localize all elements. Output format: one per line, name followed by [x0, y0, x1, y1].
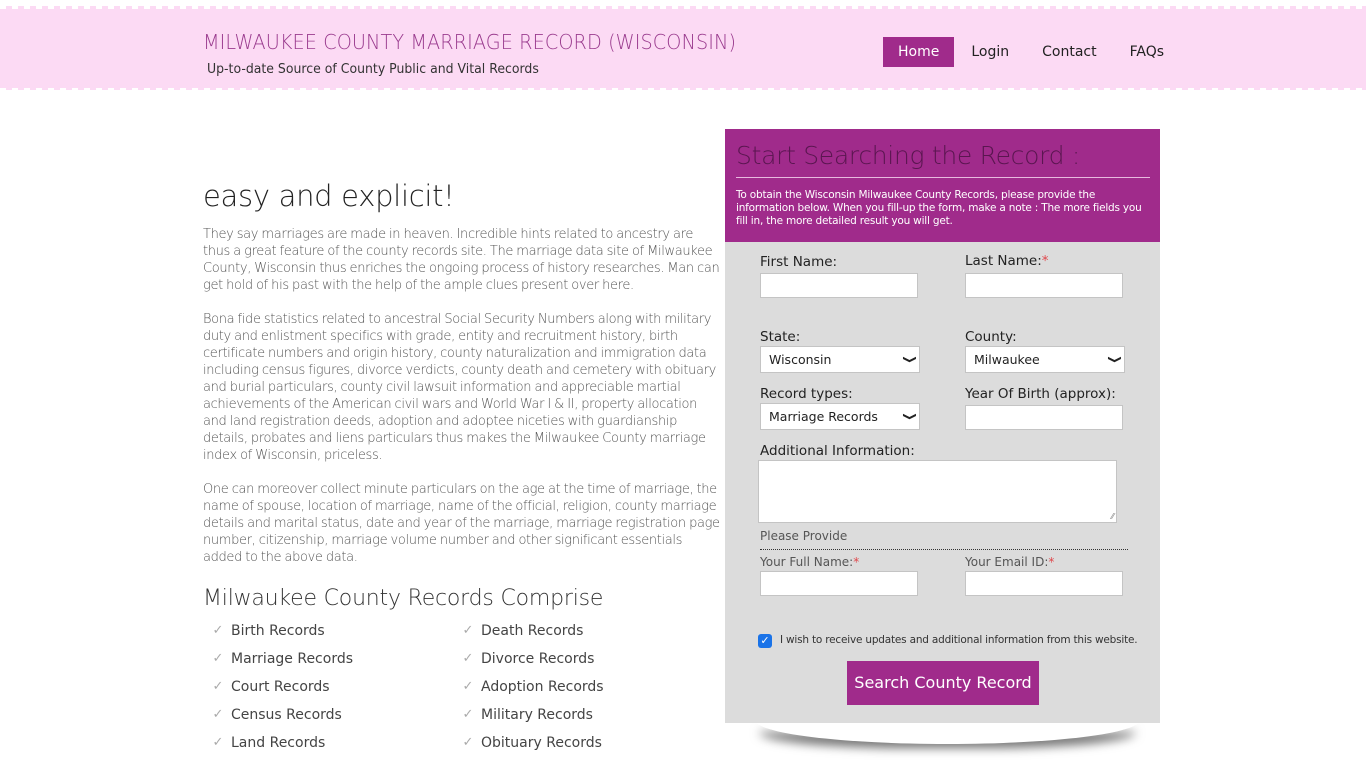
- updates-checkbox[interactable]: ✓: [758, 634, 772, 648]
- chevron-down-icon: ❯: [901, 355, 916, 364]
- record-item: ✓ Death Records: [461, 621, 711, 641]
- records-title: Milwaukee County Records Comprise: [203, 586, 604, 611]
- form-title-divider: [736, 177, 1150, 178]
- site-title[interactable]: MILWAUKEE COUNTY MARRIAGE RECORD (WISCON…: [203, 30, 736, 54]
- email-label-text: Your Email ID:: [965, 555, 1049, 569]
- record-types-label: Record types:: [760, 386, 853, 402]
- header-scallop-top: [0, 6, 1366, 9]
- resize-grip-icon[interactable]: ⁄⁄: [1111, 512, 1114, 521]
- record-label: Divorce Records: [481, 651, 595, 667]
- record-label: Obituary Records: [481, 735, 602, 751]
- first-name-label-text: First Name:: [760, 254, 838, 270]
- check-icon: ✓: [462, 707, 474, 722]
- statistics-paragraph: Bona fide statistics related to ancestra…: [203, 312, 716, 463]
- form-description: To obtain the Wisconsin Milwaukee County…: [736, 189, 1142, 227]
- check-icon: ✓: [212, 735, 224, 750]
- hero-title: easy and explicit!: [203, 179, 455, 213]
- please-provide-label: Please Provide: [760, 529, 848, 543]
- form-title: Start Searching the Record :: [736, 141, 1080, 170]
- header-scallop-bottom: [0, 88, 1366, 91]
- check-icon: ✓: [212, 651, 224, 666]
- check-icon: ✓: [462, 735, 474, 750]
- record-item: ✓ Census Records: [211, 705, 461, 725]
- record-item: ✓ Divorce Records: [461, 649, 711, 669]
- check-icon: ✓: [212, 707, 224, 722]
- additional-info-textarea[interactable]: ⁄⁄: [758, 460, 1117, 523]
- year-of-birth-label: Year Of Birth (approx):: [965, 386, 1116, 402]
- form-header: Start Searching the Record : To obtain t…: [725, 129, 1160, 242]
- check-icon: ✓: [462, 651, 474, 666]
- site-header: MILWAUKEE COUNTY MARRIAGE RECORD (WISCON…: [0, 0, 1366, 96]
- email-label: Your Email ID:*: [965, 555, 1054, 569]
- nav-home[interactable]: Home: [883, 37, 955, 67]
- nav-contact[interactable]: Contact: [1028, 37, 1110, 67]
- year-of-birth-input[interactable]: [965, 405, 1123, 430]
- record-label: Marriage Records: [231, 651, 354, 667]
- record-label: Death Records: [481, 623, 584, 639]
- required-mark: *: [853, 555, 860, 569]
- last-name-label-text: Last Name:: [965, 253, 1042, 269]
- record-types-select-value: Marriage Records: [769, 409, 878, 424]
- email-input[interactable]: [965, 571, 1123, 596]
- additional-info-label: Additional Information:: [760, 443, 915, 459]
- record-types-select[interactable]: Marriage Records ❯: [760, 403, 920, 430]
- search-county-record-button[interactable]: Search County Record: [847, 661, 1039, 705]
- records-list: ✓ Birth Records ✓ Death Records ✓ Marriage …: [203, 621, 723, 753]
- record-item: ✓ Birth Records: [211, 621, 461, 641]
- nav-faqs[interactable]: FAQs: [1116, 37, 1178, 67]
- updates-checkbox-label[interactable]: I wish to receive updates and additional…: [780, 634, 1138, 646]
- last-name-input[interactable]: [965, 273, 1123, 298]
- last-name-label: Last Name:*: [965, 253, 1049, 269]
- record-item: ✓ Marriage Records: [211, 649, 461, 669]
- full-name-label: Your Full Name:*: [760, 555, 859, 569]
- intro-paragraph: They say marriages are made in heaven. I…: [203, 227, 720, 293]
- checkmark-icon: ✓: [760, 634, 770, 647]
- record-item: ✓ Court Records: [211, 677, 461, 697]
- search-form: Start Searching the Record : To obtain t…: [725, 129, 1160, 723]
- first-name-label: First Name:: [760, 254, 837, 270]
- check-icon: ✓: [212, 623, 224, 638]
- main-content: easy and explicit! They say marriages ar…: [203, 178, 723, 753]
- check-icon: ✓: [462, 623, 474, 638]
- state-select-value: Wisconsin: [769, 352, 832, 367]
- record-label: Census Records: [231, 707, 342, 723]
- check-icon: ✓: [462, 679, 474, 694]
- required-mark: *: [1048, 555, 1055, 569]
- record-label: Birth Records: [231, 623, 325, 639]
- nav-login[interactable]: Login: [957, 37, 1023, 67]
- site-tagline: Up-to-date Source of County Public and V…: [207, 62, 539, 77]
- county-select[interactable]: Milwaukee ❯: [965, 346, 1125, 373]
- record-item: ✓ Adoption Records: [461, 677, 711, 697]
- section-divider: [760, 549, 1128, 550]
- record-label: Military Records: [481, 707, 593, 723]
- county-label: County:: [965, 329, 1017, 345]
- main-nav: Home Login Contact FAQs: [883, 37, 1183, 67]
- record-item: ✓ Military Records: [461, 705, 711, 725]
- chevron-down-icon: ❯: [901, 412, 916, 421]
- record-item: ✓ Land Records: [211, 733, 461, 753]
- record-item: ✓ Obituary Records: [461, 733, 711, 753]
- state-label: State:: [760, 329, 801, 345]
- record-label: Court Records: [231, 679, 330, 695]
- state-select[interactable]: Wisconsin ❯: [760, 346, 920, 373]
- full-name-label-text: Your Full Name:: [760, 555, 854, 569]
- full-name-input[interactable]: [760, 571, 918, 596]
- record-label: Adoption Records: [481, 679, 604, 695]
- first-name-input[interactable]: [760, 273, 918, 298]
- check-icon: ✓: [212, 679, 224, 694]
- panel-shadow: [755, 720, 1140, 744]
- required-mark: *: [1041, 253, 1049, 269]
- county-select-value: Milwaukee: [974, 352, 1040, 367]
- particulars-paragraph: One can moreover collect minute particul…: [203, 482, 720, 565]
- chevron-down-icon: ❯: [1106, 355, 1121, 364]
- record-label: Land Records: [231, 735, 326, 751]
